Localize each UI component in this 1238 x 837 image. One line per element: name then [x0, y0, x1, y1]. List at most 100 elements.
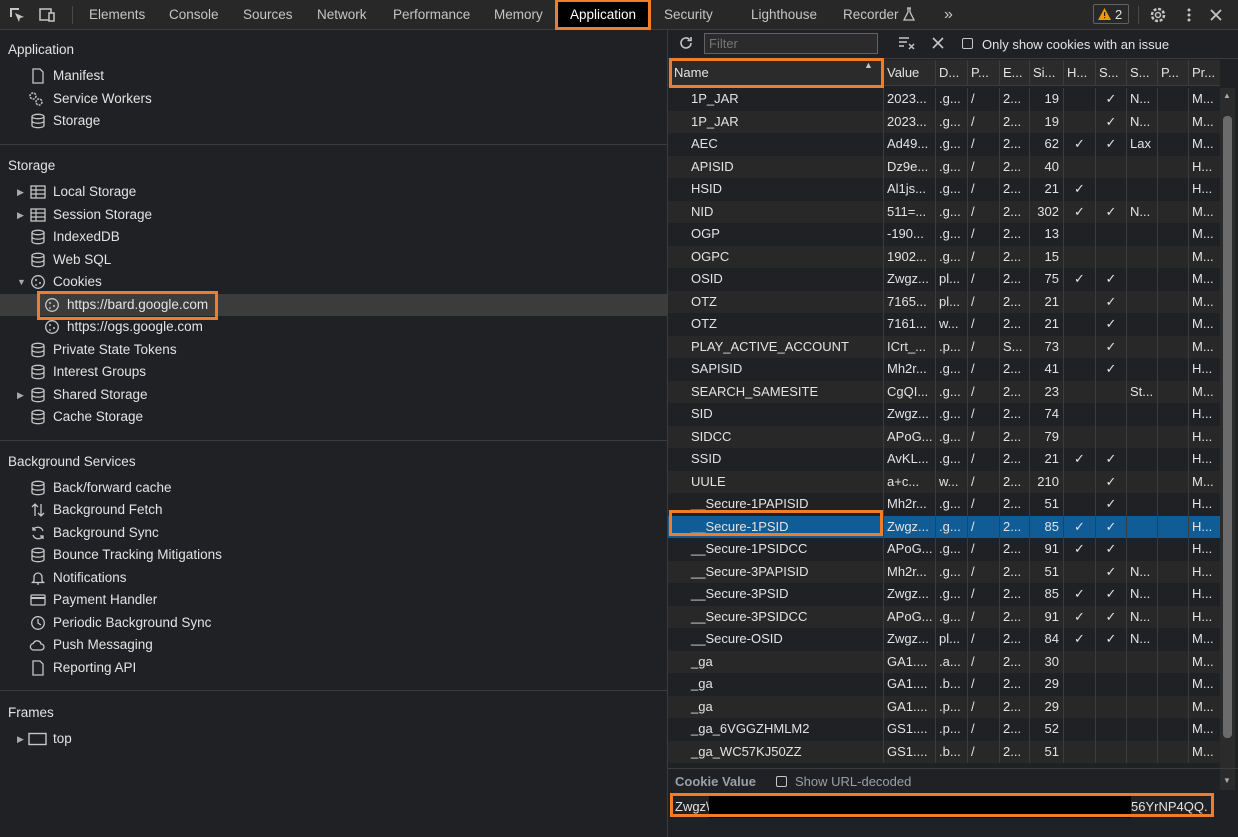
sidebar-item-cookie-bard[interactable]: https://bard.google.com [0, 294, 667, 316]
tab-recorder[interactable]: Recorder [843, 0, 899, 29]
refresh-icon[interactable] [678, 35, 694, 51]
table-row[interactable]: __Secure-1PSID Zwgz... .g.../2... 85 ✓ ✓ H... [668, 515, 1220, 538]
table-row[interactable]: _ga GA1.... .a.../2... 30 M... [668, 650, 1220, 673]
sidebar-item-notifications[interactable]: Notifications [0, 567, 667, 589]
table-row[interactable]: __Secure-OSID Zwgz... pl.../2... 84 ✓ ✓ N... M.… [668, 628, 1220, 651]
sidebar-item-indexeddb[interactable]: IndexedDB [0, 226, 667, 248]
table-row[interactable]: 1P_JAR 2023... .g.../2... 19 ✓ N... M... [668, 110, 1220, 133]
clear-all-icon[interactable] [932, 37, 944, 49]
sidebar-item-bfcache[interactable]: Back/forward cache [0, 477, 667, 499]
clear-filtered-icon[interactable] [898, 35, 916, 51]
issues-badge[interactable]: 2 [1093, 4, 1129, 24]
filter-input[interactable] [704, 33, 878, 54]
sidebar-item-service-workers[interactable]: Service Workers [0, 88, 667, 110]
table-row[interactable]: __Secure-1PAPISID Mh2r... .g.../2... 51 ✓ H..… [668, 493, 1220, 516]
device-toolbar-icon[interactable] [38, 6, 56, 24]
sidebar-item-periodic-sync[interactable]: Periodic Background Sync [0, 612, 667, 634]
table-row[interactable]: _ga_6VGGZHMLM2 GS1.... .p.../2... 52 M... [668, 718, 1220, 741]
expand-arrow-icon[interactable]: ▶ [17, 384, 24, 406]
column-header[interactable]: Pr... [1188, 60, 1220, 86]
table-row[interactable]: OSID Zwgz... pl.../2... 75 ✓ ✓ M... [668, 268, 1220, 291]
table-row[interactable]: UULE a+c... w.../2... 210 ✓ M... [668, 470, 1220, 493]
more-tabs-icon[interactable]: » [944, 0, 953, 29]
table-row[interactable]: OTZ 7161... w.../2... 21 ✓ M... [668, 313, 1220, 336]
table-row[interactable]: SID Zwgz... .g.../2... 74 H... [668, 403, 1220, 426]
table-row[interactable]: APISID Dz9e... .g.../2... 40 H... [668, 155, 1220, 178]
scrollbar-thumb[interactable] [1223, 116, 1232, 738]
table-row[interactable]: OTZ 7165... pl.../2... 21 ✓ M... [668, 290, 1220, 313]
column-header[interactable]: Si... [1029, 60, 1063, 86]
tab-lighthouse[interactable]: Lighthouse [751, 0, 817, 29]
sidebar-item-background-fetch[interactable]: Background Fetch [0, 499, 667, 521]
sidebar-item-storage[interactable]: Storage [0, 110, 667, 132]
sidebar-item-cookies[interactable]: ▼ Cookies [0, 271, 667, 293]
show-url-decoded-checkbox[interactable] [776, 776, 787, 787]
sidebar-item-interest-groups[interactable]: Interest Groups [0, 361, 667, 383]
tab-memory[interactable]: Memory [494, 0, 543, 29]
table-row[interactable]: _ga GA1.... .b.../2... 29 M... [668, 673, 1220, 696]
sidebar-item-manifest[interactable]: Manifest [0, 65, 667, 87]
tab-performance[interactable]: Performance [393, 0, 470, 29]
close-devtools-icon[interactable] [1207, 6, 1225, 24]
sidebar-item-cookie-ogs[interactable]: https://ogs.google.com [0, 316, 667, 338]
column-header[interactable]: P... [1157, 60, 1188, 86]
sidebar-item-private-state-tokens[interactable]: Private State Tokens [0, 339, 667, 361]
tab-console[interactable]: Console [169, 0, 219, 29]
inspect-element-icon[interactable] [8, 6, 26, 24]
collapse-arrow-icon[interactable]: ▼ [17, 271, 26, 293]
tab-application[interactable]: Application [554, 0, 652, 30]
sidebar-item-background-sync[interactable]: Background Sync [0, 522, 667, 544]
tab-security[interactable]: Security [664, 0, 713, 29]
table-row[interactable]: OGPC 1902... .g.../2... 15 M... [668, 245, 1220, 268]
scroll-up-icon[interactable]: ▲ [1223, 91, 1231, 100]
sidebar-item-bounce-tracking[interactable]: Bounce Tracking Mitigations [0, 544, 667, 566]
column-header[interactable]: S... [1126, 60, 1157, 86]
more-options-icon[interactable] [1180, 6, 1198, 24]
table-row[interactable]: 1P_JAR 2023... .g.../2... 19 ✓ N... M... [668, 88, 1220, 111]
column-header[interactable]: S... [1095, 60, 1126, 86]
tab-network[interactable]: Network [317, 0, 367, 29]
table-row[interactable]: OGP -190... .g.../2... 13 M... [668, 223, 1220, 246]
column-header[interactable]: E... [999, 60, 1029, 86]
sort-ascending-icon[interactable]: ▲ [864, 60, 873, 70]
table-row[interactable]: PLAY_ACTIVE_ACCOUNT ICrt_... .p... / S... 73 ✓… [668, 335, 1220, 358]
column-header[interactable]: Name [668, 60, 883, 86]
sidebar-item-session-storage[interactable]: ▶ Session Storage [0, 204, 667, 226]
cookie-value-display[interactable]: Zwgz\ 56YrNP4QQ. [672, 796, 1214, 818]
expand-arrow-icon[interactable]: ▶ [17, 728, 24, 750]
table-row[interactable]: _ga GA1.... .p.../2... 29 M... [668, 695, 1220, 718]
expand-arrow-icon[interactable]: ▶ [17, 181, 24, 203]
column-header[interactable]: H... [1063, 60, 1095, 86]
table-cell: a+c... [883, 470, 935, 493]
table-row[interactable]: __Secure-3PSID Zwgz... .g.../2... 85 ✓ ✓ N... H… [668, 583, 1220, 606]
table-row[interactable]: SIDCC APoG... .g.../2... 79 H... [668, 425, 1220, 448]
tab-elements[interactable]: Elements [89, 0, 145, 29]
sidebar-item-payment-handler[interactable]: Payment Handler [0, 589, 667, 611]
sidebar-item-cache-storage[interactable]: Cache Storage [0, 406, 667, 428]
column-header[interactable]: P... [967, 60, 999, 86]
table-cell: .g... [935, 403, 967, 426]
table-row[interactable]: SEARCH_SAMESITE CgQI... .g.../2... 23 St... M… [668, 380, 1220, 403]
settings-gear-icon[interactable] [1149, 6, 1167, 24]
column-header[interactable]: Value [883, 60, 935, 86]
table-scrollbar[interactable]: ▲ ▼ [1220, 88, 1235, 790]
table-row[interactable]: NID 511=... .g.../2... 302 ✓ ✓ N... M... [668, 200, 1220, 223]
sidebar-item-shared-storage[interactable]: ▶ Shared Storage [0, 384, 667, 406]
sidebar-item-push-messaging[interactable]: Push Messaging [0, 634, 667, 656]
sidebar-item-web-sql[interactable]: Web SQL [0, 249, 667, 271]
table-row[interactable]: HSID Al1js... .g.../2... 21 ✓ H... [668, 178, 1220, 201]
only-issues-checkbox[interactable] [962, 38, 973, 49]
column-header[interactable]: D... [935, 60, 967, 86]
table-row[interactable]: SAPISID Mh2r... .g.../2... 41 ✓ H... [668, 358, 1220, 381]
tab-sources[interactable]: Sources [243, 0, 293, 29]
table-row[interactable]: __Secure-1PSIDCC APoG... .g.../2... 91 ✓ ✓ H..… [668, 538, 1220, 561]
sidebar-item-local-storage[interactable]: ▶ Local Storage [0, 181, 667, 203]
sidebar-item-frame-top[interactable]: ▶ top [0, 728, 667, 750]
table-row[interactable]: AEC Ad49... .g.../2... 62 ✓ ✓ Lax M... [668, 133, 1220, 156]
table-row[interactable]: __Secure-3PAPISID Mh2r... .g.../2... 51 ✓ N..… [668, 560, 1220, 583]
table-row[interactable]: _ga_WC57KJ50ZZ GS1.... .b.../2... 51 M... [668, 740, 1220, 763]
expand-arrow-icon[interactable]: ▶ [17, 204, 24, 226]
table-row[interactable]: __Secure-3PSIDCC APoG... .g.../2... 91 ✓ ✓ N..… [668, 605, 1220, 628]
sidebar-item-reporting-api[interactable]: Reporting API [0, 657, 667, 679]
table-row[interactable]: SSID AvKL... .g.../2... 21 ✓ ✓ H... [668, 448, 1220, 471]
